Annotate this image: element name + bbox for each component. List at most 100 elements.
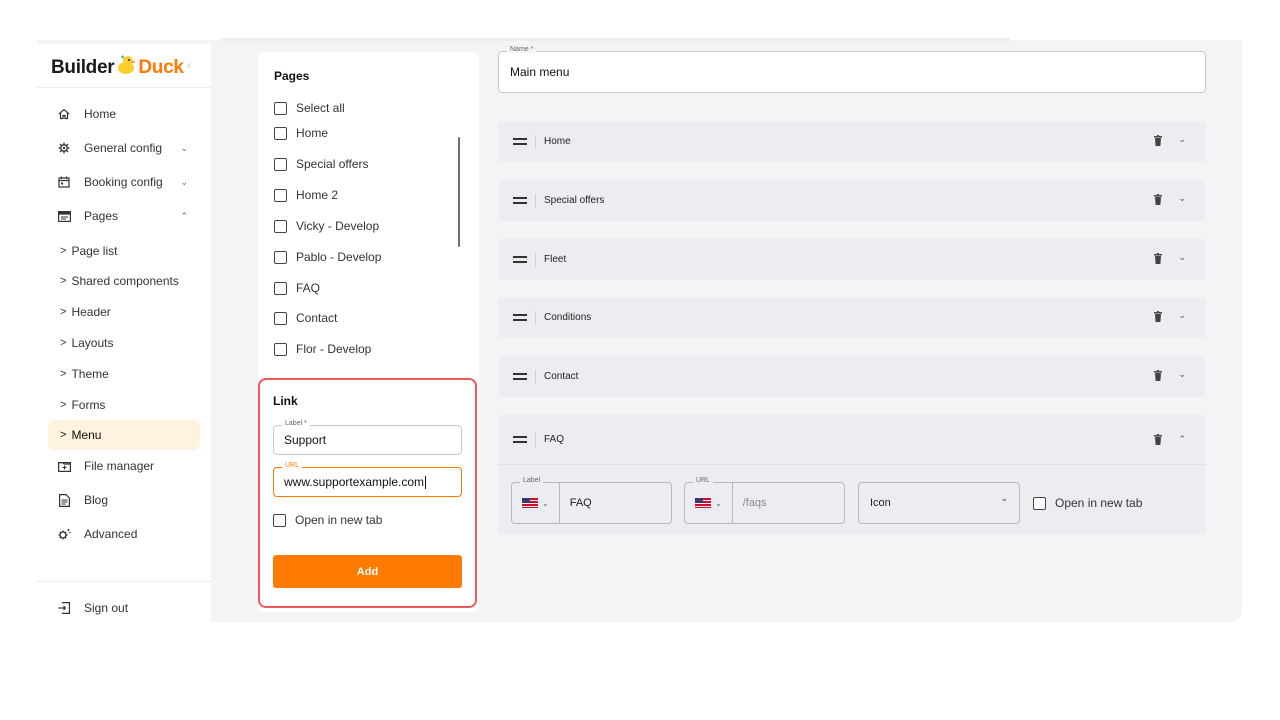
checkbox-label: Open in new tab xyxy=(295,513,383,527)
page-checkbox[interactable]: FAQ xyxy=(274,279,320,297)
collapse-sidebar-icon[interactable]: ‹ xyxy=(187,58,191,72)
faq-label-input[interactable]: Label ⌄ FAQ xyxy=(511,477,672,524)
chevron-down-icon[interactable]: ⌄ xyxy=(542,499,549,508)
add-button[interactable]: Add xyxy=(273,555,462,588)
pages-scrollbar[interactable] xyxy=(458,137,460,247)
menu-item-label: FAQ xyxy=(544,434,565,445)
checkbox-label: Flor - Develop xyxy=(296,342,372,356)
page-checkbox[interactable]: Home 2 xyxy=(274,186,338,204)
checkbox[interactable] xyxy=(274,101,287,115)
page-checkbox[interactable]: Contact xyxy=(274,309,337,327)
checkbox[interactable] xyxy=(273,513,286,527)
chevron-right-icon: > xyxy=(60,399,67,411)
menu-name-input[interactable]: Name * Main menu xyxy=(498,46,1206,93)
page-checkbox[interactable]: Special offers xyxy=(274,155,369,173)
checkbox-label: Open in new tab xyxy=(1055,496,1143,510)
menu-item-row[interactable]: Home ⌄ xyxy=(498,121,1206,162)
trash-icon[interactable] xyxy=(1154,434,1162,445)
menu-item-row[interactable]: Contact ⌄ xyxy=(498,356,1206,397)
trash-icon[interactable] xyxy=(1154,135,1162,146)
duck-icon xyxy=(118,55,137,74)
divider xyxy=(558,483,560,523)
sidebar-subitem-menu[interactable]: > Menu xyxy=(48,420,200,450)
checkbox[interactable] xyxy=(1033,496,1046,510)
trash-icon[interactable] xyxy=(1154,194,1162,205)
sidebar-item-general-config[interactable]: General config ⌄ xyxy=(48,133,200,163)
faq-open-new-tab-checkbox[interactable]: Open in new tab xyxy=(1033,494,1142,512)
sidebar-subitem-layouts[interactable]: > Layouts xyxy=(48,328,200,358)
sign-out-button[interactable]: Sign out xyxy=(48,593,200,623)
checkbox[interactable] xyxy=(274,342,287,356)
page-checkbox[interactable]: Pablo - Develop xyxy=(274,248,381,266)
logo: Builder Duck xyxy=(51,54,184,82)
divider xyxy=(535,432,536,447)
sidebar-item-label: Blog xyxy=(84,493,109,507)
sidebar-subitem-shared-components[interactable]: > Shared components xyxy=(48,266,200,296)
checkbox[interactable] xyxy=(274,250,287,264)
checkbox[interactable] xyxy=(274,281,287,295)
chevron-down-icon[interactable]: ⌄ xyxy=(1178,369,1186,380)
sidebar-item-blog[interactable]: Blog xyxy=(48,485,200,515)
checkbox-label: Contact xyxy=(296,311,338,325)
chevron-down-icon[interactable]: ⌄ xyxy=(1178,134,1186,145)
trash-icon[interactable] xyxy=(1154,311,1162,322)
calendar-icon xyxy=(54,176,74,188)
menu-item-row-expanded[interactable]: FAQ ⌃ xyxy=(498,415,1206,464)
faq-edit-panel: Label ⌄ FAQ URL ⌄ /faqs Icon ⌄ Open in n… xyxy=(498,464,1206,535)
divider xyxy=(535,252,536,267)
divider xyxy=(731,483,733,523)
chevron-down-icon[interactable]: ⌄ xyxy=(715,499,722,508)
sidebar-subitem-page-list[interactable]: > Page list xyxy=(48,236,200,266)
faq-url-input[interactable]: URL ⌄ /faqs xyxy=(684,477,845,524)
sidebar-divider xyxy=(37,581,211,582)
sidebar-item-file-manager[interactable]: File manager xyxy=(48,451,200,481)
divider xyxy=(535,369,536,384)
checkbox-label: Home xyxy=(296,126,329,140)
menu-item-row[interactable]: Conditions ⌄ xyxy=(498,297,1206,338)
menu-item-label: Special offers xyxy=(544,195,605,206)
page-checkbox[interactable]: Flor - Develop xyxy=(274,340,371,358)
sidebar-subitem-header[interactable]: > Header xyxy=(48,297,200,327)
checkbox[interactable] xyxy=(274,126,287,140)
menu-item-row[interactable]: Special offers ⌄ xyxy=(498,180,1206,221)
us-flag-icon[interactable] xyxy=(522,498,538,508)
drag-handle-icon[interactable] xyxy=(513,138,527,145)
sidebar-item-home[interactable]: Home xyxy=(48,99,200,129)
page-checkbox[interactable]: Vicky - Develop xyxy=(274,217,379,235)
sidebar-item-advanced[interactable]: Advanced xyxy=(48,519,200,549)
link-url-input[interactable]: URL www.supportexample.com xyxy=(273,462,462,497)
page-checkbox[interactable]: Home xyxy=(274,124,328,142)
link-label-input[interactable]: Label * Support xyxy=(273,420,462,455)
checkbox[interactable] xyxy=(274,219,287,233)
trash-icon[interactable] xyxy=(1154,370,1162,381)
us-flag-icon[interactable] xyxy=(695,498,711,508)
chevron-down-icon[interactable]: ⌄ xyxy=(1178,252,1186,263)
drag-handle-icon[interactable] xyxy=(513,436,527,443)
chevron-down-icon[interactable]: ⌄ xyxy=(1178,193,1186,204)
chevron-up-icon[interactable]: ⌃ xyxy=(1178,434,1186,445)
checkbox[interactable] xyxy=(274,311,287,325)
sidebar-item-label: Booking config xyxy=(84,175,163,189)
trash-icon[interactable] xyxy=(1154,253,1162,264)
checkbox[interactable] xyxy=(274,188,287,202)
page-checkbox-select-all[interactable]: Select all xyxy=(274,99,345,117)
open-new-tab-checkbox[interactable]: Open in new tab xyxy=(273,511,382,529)
field-label: Label * xyxy=(282,420,310,427)
drag-handle-icon[interactable] xyxy=(513,256,527,263)
menu-item-label: Fleet xyxy=(544,254,567,265)
chevron-right-icon: > xyxy=(60,429,67,441)
sidebar-item-booking-config[interactable]: Booking config ⌄ xyxy=(48,167,200,197)
checkbox[interactable] xyxy=(274,157,287,171)
sidebar-item-pages[interactable]: Pages ⌃ xyxy=(48,201,200,231)
drag-handle-icon[interactable] xyxy=(513,314,527,321)
icon-select[interactable]: Icon ⌄ xyxy=(858,482,1020,524)
drag-handle-icon[interactable] xyxy=(513,373,527,380)
sidebar-subitem-theme[interactable]: > Theme xyxy=(48,359,200,389)
sidebar-subitem-forms[interactable]: > Forms xyxy=(48,390,200,420)
drag-handle-icon[interactable] xyxy=(513,197,527,204)
logo-text-duck: Duck xyxy=(138,57,184,78)
link-form: Link Label * Support URL www.supportexam… xyxy=(258,378,477,608)
menu-item-row[interactable]: Fleet ⌄ xyxy=(498,239,1206,280)
chevron-up-icon: ⌃ xyxy=(180,210,188,221)
chevron-down-icon[interactable]: ⌄ xyxy=(1178,310,1186,321)
